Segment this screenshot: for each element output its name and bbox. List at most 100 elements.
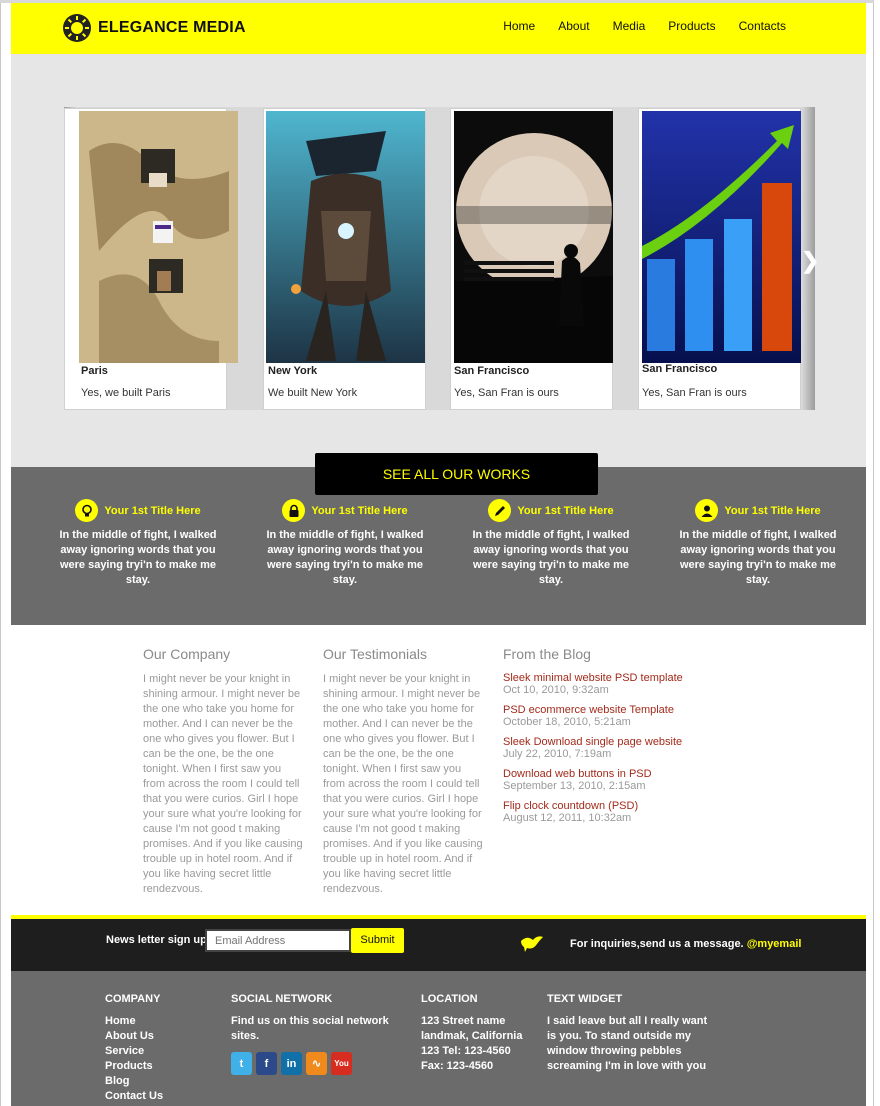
section-text: I might never be your knight in shining … bbox=[323, 673, 483, 895]
portfolio-card[interactable]: San Francisco Yes, San Fran is ours bbox=[450, 108, 613, 410]
rss-icon[interactable]: ∿ bbox=[306, 1052, 327, 1075]
footer-heading: TEXT WIDGET bbox=[547, 993, 623, 1005]
section-text: I might never be your knight in shining … bbox=[143, 673, 303, 895]
brand-name: ELEGANCE MEDIA bbox=[98, 19, 246, 36]
submit-button[interactable]: Submit bbox=[351, 928, 404, 953]
feature-block: Your 1st Title Here In the middle of fig… bbox=[471, 499, 631, 588]
lock-icon bbox=[282, 499, 306, 522]
feature-title: Your 1st Title Here bbox=[724, 504, 821, 517]
footer-heading: LOCATION bbox=[421, 993, 478, 1005]
feature-block: Your 1st Title Here In the middle of fig… bbox=[58, 499, 218, 588]
address-line: landmak, California bbox=[421, 1030, 523, 1042]
footer-text-widget: TEXT WIDGET I said leave but all I reall… bbox=[547, 993, 717, 1074]
youtube-icon[interactable]: You bbox=[331, 1052, 352, 1075]
feature-title: Your 1st Title Here bbox=[104, 504, 201, 517]
feature-title: Your 1st Title Here bbox=[311, 504, 408, 517]
section-heading: Our Company bbox=[143, 646, 231, 662]
feature-block: Your 1st Title Here In the middle of fig… bbox=[265, 499, 425, 588]
card-desc: Yes, San Fran is ours bbox=[454, 387, 559, 399]
card-title: New York bbox=[268, 365, 318, 377]
social-icons: t f in ∿ You bbox=[231, 1052, 411, 1075]
our-company-section: Our Company I might never be your knight… bbox=[143, 646, 303, 897]
footer-heading: SOCIAL NETWORK bbox=[231, 993, 333, 1005]
moon-silhouette-image bbox=[454, 111, 613, 363]
blog-post: Sleek minimal website PSD template Oct 1… bbox=[503, 672, 703, 696]
lightbulb-icon bbox=[75, 499, 99, 522]
growth-chart-image bbox=[642, 111, 801, 363]
linkedin-icon[interactable]: in bbox=[281, 1052, 302, 1075]
feature-text: In the middle of fight, I walked away ig… bbox=[472, 529, 630, 586]
fax-line: Fax: 123-4560 bbox=[421, 1060, 494, 1072]
footer-location: LOCATION 123 Street name landmak, Califo… bbox=[421, 993, 541, 1074]
blog-post-date: July 22, 2010, 7:19am bbox=[503, 748, 612, 760]
nav-contacts[interactable]: Contacts bbox=[739, 19, 786, 33]
card-title: San Francisco bbox=[642, 363, 718, 375]
section-heading: Our Testimonials bbox=[323, 646, 428, 662]
email-handle-link[interactable]: @myemail bbox=[747, 938, 802, 950]
header: ELEGANCE MEDIA Home About Media Products… bbox=[11, 3, 866, 54]
portfolio-card[interactable]: San Francisco Yes, San Fran is ours bbox=[638, 108, 801, 410]
footer-heading: COMPANY bbox=[105, 993, 161, 1005]
feature-text: In the middle of fight, I walked away ig… bbox=[59, 529, 217, 586]
blog-section: From the Blog Sleek minimal website PSD … bbox=[503, 646, 703, 832]
nav-media[interactable]: Media bbox=[613, 19, 646, 33]
wizard-art-image bbox=[266, 111, 425, 363]
feature-title: Your 1st Title Here bbox=[517, 504, 614, 517]
card-desc: We built New York bbox=[268, 387, 358, 399]
nav-products[interactable]: Products bbox=[668, 19, 715, 33]
blog-post-link[interactable]: Sleek minimal website PSD template bbox=[503, 672, 703, 684]
portfolio-card[interactable]: New York We built New York bbox=[263, 108, 426, 410]
facebook-icon[interactable]: f bbox=[256, 1052, 277, 1075]
footer-link-home[interactable]: Home bbox=[105, 1014, 163, 1029]
blog-post-link[interactable]: Sleek Download single page website bbox=[503, 736, 703, 748]
blog-post-date: October 18, 2010, 5:21am bbox=[503, 716, 631, 728]
blog-post-date: August 12, 2011, 10:32am bbox=[503, 812, 632, 824]
inquiry-message: For inquiries,send us a message. bbox=[570, 938, 744, 950]
email-input[interactable] bbox=[205, 929, 351, 952]
inquiry-text: For inquiries,send us a message. @myemai… bbox=[570, 938, 801, 950]
blog-post-link[interactable]: Flip clock countdown (PSD) bbox=[503, 800, 703, 812]
widget-text: I said leave but all I really want is yo… bbox=[547, 1015, 708, 1072]
blog-post: PSD ecommerce website Template October 1… bbox=[503, 704, 703, 728]
footer: COMPANY Home About Us Service Products B… bbox=[11, 971, 866, 1106]
sun-logo-icon bbox=[63, 14, 91, 42]
blog-post-date: Oct 10, 2010, 9:32am bbox=[503, 684, 609, 696]
blog-post-date: September 13, 2010, 2:15am bbox=[503, 780, 646, 792]
portfolio-card[interactable]: Paris Yes, we built Paris bbox=[64, 108, 238, 410]
nav-home[interactable]: Home bbox=[503, 19, 535, 33]
newsletter-bar: News letter sign up Submit For inquiries… bbox=[11, 919, 866, 971]
footer-link-blog[interactable]: Blog bbox=[105, 1074, 163, 1089]
bird-icon bbox=[521, 936, 543, 952]
feature-text: In the middle of fight, I walked away ig… bbox=[266, 529, 424, 586]
user-icon bbox=[695, 499, 719, 522]
logo[interactable]: ELEGANCE MEDIA bbox=[63, 14, 246, 42]
twitter-icon[interactable]: t bbox=[231, 1052, 252, 1075]
footer-link-products[interactable]: Products bbox=[105, 1059, 163, 1074]
card-title: Paris bbox=[81, 365, 108, 377]
blog-post: Sleek Download single page website July … bbox=[503, 736, 703, 760]
pencil-icon bbox=[488, 499, 512, 522]
main-nav: Home About Media Products Contacts bbox=[480, 19, 786, 33]
blog-post: Download web buttons in PSD September 13… bbox=[503, 768, 703, 792]
section-heading: From the Blog bbox=[503, 646, 591, 662]
next-arrow-icon[interactable]: ❯ bbox=[801, 248, 819, 274]
blog-post-link[interactable]: PSD ecommerce website Template bbox=[503, 704, 703, 716]
paris-map-image bbox=[79, 111, 238, 363]
footer-link-service[interactable]: Service bbox=[105, 1044, 163, 1059]
card-desc: Yes, we built Paris bbox=[81, 387, 171, 399]
footer-link-about[interactable]: About Us bbox=[105, 1029, 163, 1044]
footer-company: COMPANY Home About Us Service Products B… bbox=[105, 993, 163, 1104]
footer-link-contact[interactable]: Contact Us bbox=[105, 1089, 163, 1104]
see-all-works-button[interactable]: SEE ALL OUR WORKS bbox=[315, 453, 598, 495]
footer-social-text: Find us on this social network sites. bbox=[231, 1015, 389, 1042]
address-line: 123 Street name bbox=[421, 1015, 506, 1027]
card-desc: Yes, San Fran is ours bbox=[642, 387, 747, 399]
nav-about[interactable]: About bbox=[558, 19, 589, 33]
portfolio-slider: ❮ ❯ Paris Yes, we built Paris New Yo bbox=[11, 54, 866, 467]
newsletter-label: News letter sign up bbox=[106, 934, 207, 946]
card-title: San Francisco bbox=[454, 365, 530, 377]
footer-social: SOCIAL NETWORK Find us on this social ne… bbox=[231, 993, 411, 1075]
blog-post: Flip clock countdown (PSD) August 12, 20… bbox=[503, 800, 703, 824]
phone-line: 123 Tel: 123-4560 bbox=[421, 1045, 511, 1057]
blog-post-link[interactable]: Download web buttons in PSD bbox=[503, 768, 703, 780]
